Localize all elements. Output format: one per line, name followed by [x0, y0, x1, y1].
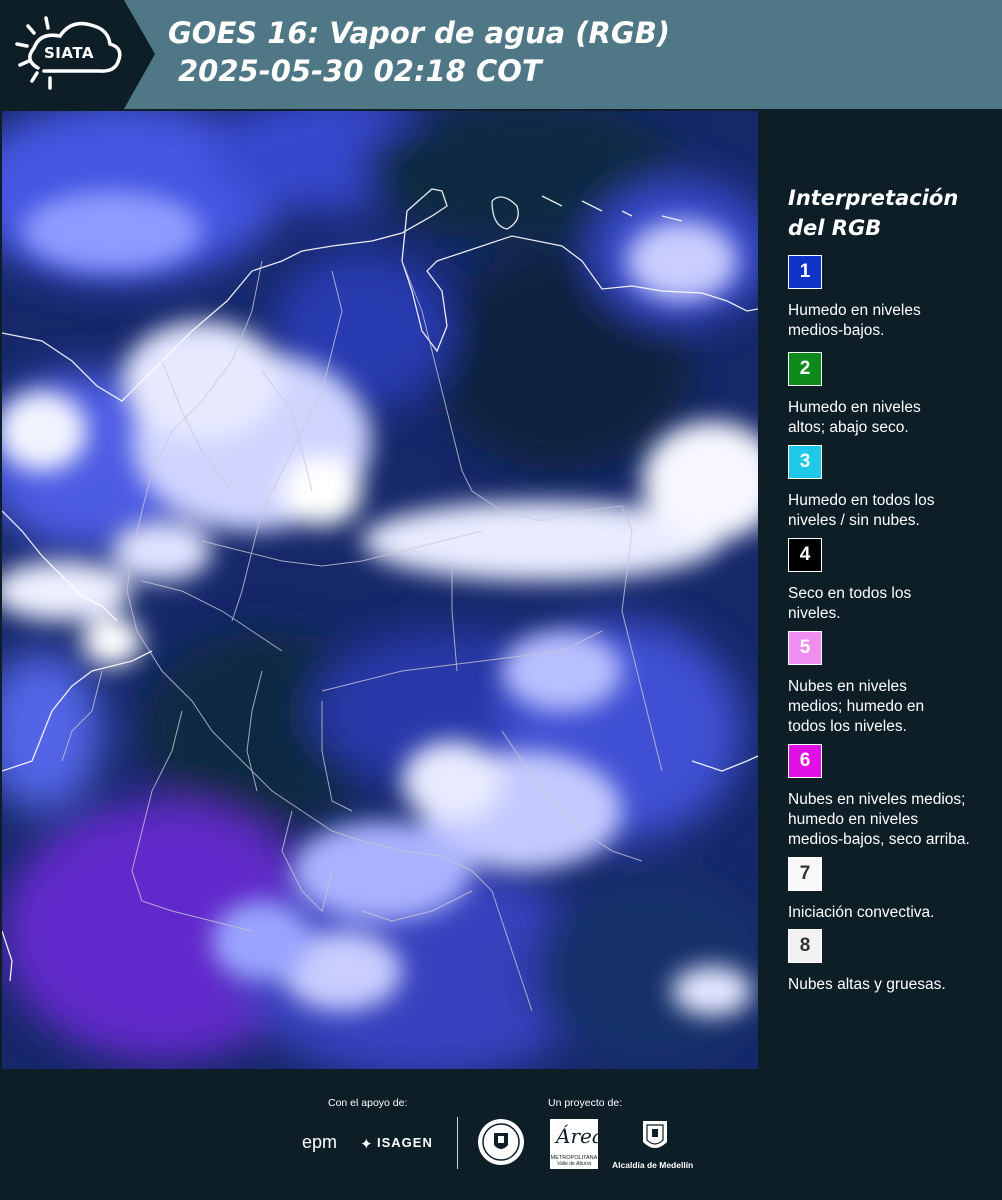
legend-desc-4: Seco en todos los niveles. [788, 584, 998, 624]
legend-desc-1-line2: medios-bajos. [788, 322, 885, 339]
legend-desc-4-line2: niveles. [788, 605, 841, 622]
legend-desc-6: Nubes en niveles medios; humedo en nivel… [788, 790, 998, 850]
isagen-logo: ISAGEN [377, 1135, 433, 1150]
support-label: Con el apoyo de: [328, 1097, 408, 1109]
isagen-mark-icon: ✦ [360, 1135, 373, 1153]
legend-swatch-8: 8 [788, 929, 822, 963]
area-metropolitana-mark-icon: Área [554, 1124, 604, 1148]
legend-item-3: 3 Humedo en todos los niveles / sin nube… [788, 445, 998, 531]
area-metropolitana-logo: Área METROPOLITANA Valle de Aburrá [550, 1119, 604, 1169]
legend-swatch-3: 3 [788, 445, 822, 479]
legend-desc-1: Humedo en niveles medios-bajos. [788, 301, 998, 341]
legend-item-8: 8 Nubes altas y gruesas. [788, 929, 998, 995]
legend-desc-5-line1: Nubes en niveles [788, 678, 907, 695]
legend-title-line1: Interpretación [788, 186, 959, 210]
legend-swatch-4: 4 [788, 538, 822, 572]
legend-desc-6-line1: Nubes en niveles medios; [788, 791, 966, 808]
title-datetime: 2025-05-30 02:18 COT [178, 54, 542, 88]
legend-desc-3: Humedo en todos los niveles / sin nubes. [788, 491, 998, 531]
footer-divider [457, 1117, 458, 1169]
legend-desc-6-line2: humedo en niveles [788, 811, 919, 828]
legend-desc-2-line2: altos; abajo seco. [788, 419, 909, 436]
header-bar: SIATA GOES 16: Vapor de agua (RGB) 2025-… [0, 0, 1002, 109]
legend-item-1: 1 Humedo en niveles medios-bajos. [788, 255, 998, 341]
legend-item-5: 5 Nubes en niveles medios; humedo en tod… [788, 631, 998, 737]
legend-desc-3-line1: Humedo en todos los [788, 492, 935, 509]
legend-swatch-7: 7 [788, 857, 822, 891]
footer: Con el apoyo de: Un proyecto de: epm ✦ I… [0, 1069, 1002, 1200]
metro-sub: Valle de Aburrá [556, 1161, 592, 1167]
legend-title: Interpretación del RGB [788, 183, 958, 243]
legend-swatch-5: 5 [788, 631, 822, 665]
siata-logo: SIATA [0, 0, 155, 109]
legend-item-6: 6 Nubes en niveles medios; humedo en niv… [788, 744, 998, 850]
page-title: GOES 16: Vapor de agua (RGB) 2025-05-30 … [168, 14, 670, 90]
legend-item-2: 2 Humedo en niveles altos; abajo seco. [788, 352, 998, 438]
legend-desc-6-line3: medios-bajos, seco arriba. [788, 831, 970, 848]
legend-desc-8: Nubes altas y gruesas. [788, 975, 998, 995]
medellin-shield-icon [643, 1121, 667, 1148]
title-product: GOES 16: Vapor de agua (RGB) [168, 16, 671, 50]
logo-text: SIATA [44, 44, 95, 62]
legend-desc-4-line1: Seco en todos los [788, 585, 912, 602]
rgb-legend: Interpretación del RGB 1 Humedo en nivel… [762, 111, 1002, 1069]
legend-desc-7-line1: Iniciación convectiva. [788, 904, 935, 921]
legend-desc-3-line2: niveles / sin nubes. [788, 512, 920, 529]
epm-logo: epm [302, 1132, 338, 1152]
legend-desc-7: Iniciación convectiva. [788, 903, 998, 923]
water-vapor-image [2, 111, 758, 1069]
legend-item-7: 7 Iniciación convectiva. [788, 857, 998, 923]
satellite-map [2, 111, 758, 1069]
legend-title-line2: del RGB [788, 216, 882, 240]
legend-swatch-2: 2 [788, 352, 822, 386]
legend-desc-2: Humedo en niveles altos; abajo seco. [788, 398, 998, 438]
svg-text:Área: Área [554, 1124, 598, 1148]
legend-item-4: 4 Seco en todos los niveles. [788, 538, 998, 624]
legend-desc-2-line1: Humedo en niveles [788, 399, 921, 416]
legend-desc-8-line1: Nubes altas y gruesas. [788, 976, 946, 993]
legend-desc-1-line1: Humedo en niveles [788, 302, 921, 319]
legend-swatch-1: 1 [788, 255, 822, 289]
legend-swatch-6: 6 [788, 744, 822, 778]
project-label: Un proyecto de: [548, 1097, 623, 1109]
legend-desc-5-line2: medios; humedo en [788, 698, 925, 715]
legend-desc-5-line3: todos los niveles. [788, 718, 907, 735]
legend-desc-5: Nubes en niveles medios; humedo en todos… [788, 677, 998, 737]
university-seal-icon [478, 1119, 524, 1165]
alcaldia-label: Alcaldía de Medellín [612, 1160, 694, 1170]
